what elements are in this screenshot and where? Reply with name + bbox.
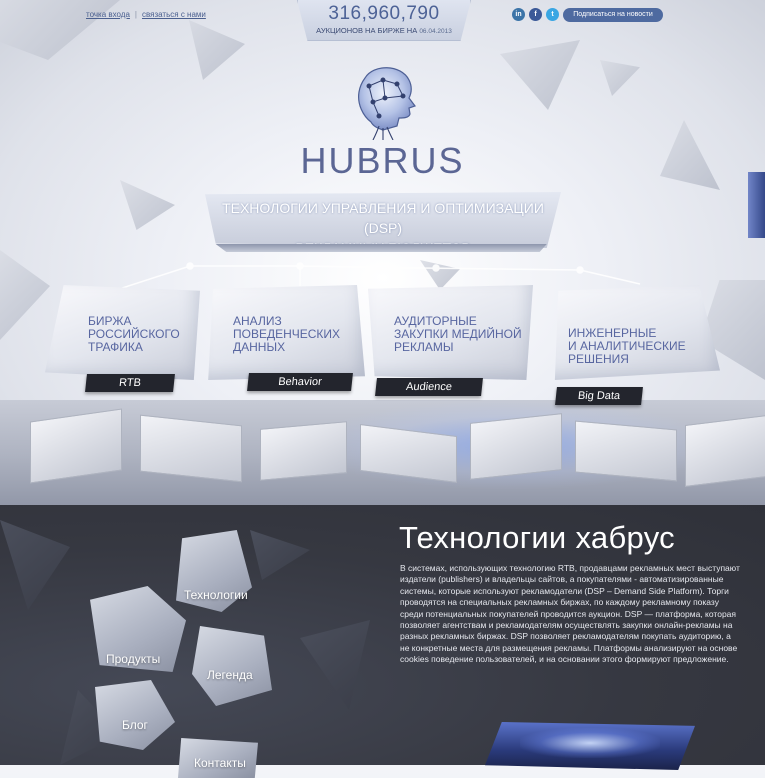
bg-shard	[660, 120, 720, 190]
link-separator: |	[134, 10, 137, 19]
bg-shard	[120, 180, 175, 230]
hubrus-logo-text[interactable]: HUBRUS	[300, 140, 465, 182]
facebook-icon[interactable]: f	[529, 8, 542, 21]
ground-block	[575, 420, 677, 482]
twitter-glyph: t	[551, 11, 554, 18]
tag-audience[interactable]: Audience	[375, 378, 483, 396]
service-title-line: РЕКЛАМЫ	[394, 340, 454, 354]
tag-bigdata[interactable]: Big Data	[555, 387, 643, 405]
service-title-line: РЕШЕНИЯ	[568, 352, 629, 366]
service-title-line: ДАННЫХ	[233, 340, 286, 354]
ground-block	[140, 414, 242, 483]
login-link[interactable]: точка входа	[86, 10, 130, 19]
auction-counter-label: АУКЦИОНОВ НА БИРЖЕ НА 06.04.2013	[298, 26, 470, 35]
menu-label-technologies[interactable]: Технологии	[184, 588, 248, 602]
auction-counter: 316,960,790 АУКЦИОНОВ НА БИРЖЕ НА 06.04.…	[297, 0, 471, 41]
ground-block	[685, 414, 765, 488]
section-title: Технологии хабрус	[399, 520, 675, 555]
bg-shard	[500, 40, 580, 110]
twitter-icon[interactable]: t	[546, 8, 559, 21]
tag-rtb[interactable]: RTB	[85, 374, 175, 392]
subscribe-button[interactable]: Подписаться на новости	[563, 8, 663, 22]
tagline-line-1: ТЕХНОЛОГИИ УПРАВЛЕНИЯ И ОПТИМИЗАЦИИ (DSP…	[222, 200, 544, 236]
menu-label-products[interactable]: Продукты	[106, 652, 160, 666]
side-preview-image	[748, 172, 765, 238]
facebook-glyph: f	[534, 11, 537, 18]
contact-link[interactable]: связаться с нами	[142, 10, 206, 19]
stage-glow	[520, 728, 660, 758]
menu-label-contacts[interactable]: Контакты	[194, 756, 246, 770]
section-body-text: В системах, использующих технологию RTB,…	[400, 563, 740, 665]
ground-block	[30, 408, 122, 484]
linkedin-icon[interactable]: in	[512, 8, 525, 21]
counter-label-text: АУКЦИОНОВ НА БИРЖЕ НА	[316, 26, 418, 35]
bg-shard	[189, 20, 245, 80]
tag-behavior[interactable]: Behavior	[247, 373, 353, 391]
ground-block	[470, 413, 562, 480]
service-title-audience: АУДИТОРНЫЕ ЗАКУПКИ МЕДИЙНОЙ РЕКЛАМЫ	[394, 315, 522, 354]
linkedin-glyph: in	[515, 11, 522, 18]
menu-label-legend[interactable]: Легенда	[207, 668, 253, 682]
ground-block	[260, 421, 347, 481]
service-title-line: ТРАФИКА	[88, 340, 143, 354]
bg-shard	[0, 0, 120, 60]
counter-date: 06.04.2013	[419, 28, 452, 35]
auction-counter-value: 316,960,790	[328, 3, 440, 24]
brain-head-logo-icon[interactable]	[343, 60, 423, 140]
menu-label-blog[interactable]: Блог	[122, 718, 148, 732]
service-title-behavior: АНАЛИЗ ПОВЕДЕНЧЕСКИХ ДАННЫХ	[233, 315, 340, 354]
service-title-bigdata: ИНЖЕНЕРНЫЕ И АНАЛИТИЧЕСКИЕ РЕШЕНИЯ	[568, 327, 686, 366]
top-links: точка входа | связаться с нами	[86, 10, 206, 19]
service-title-rtb: БИРЖА РОССИЙСКОГО ТРАФИКА	[88, 315, 180, 354]
bg-shard	[600, 60, 640, 96]
